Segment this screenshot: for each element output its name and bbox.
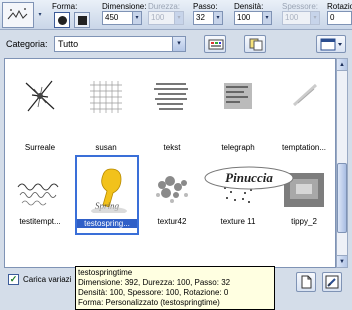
- brush-settings-button[interactable]: [204, 35, 226, 53]
- category-select[interactable]: Tutto ▾: [54, 36, 186, 52]
- rotazione-label: Rotazion: [327, 2, 352, 11]
- color-palette-icon: [208, 39, 224, 50]
- tooltip-title: testospringtime: [78, 268, 133, 277]
- spessore-value: 100: [285, 13, 299, 22]
- load-variations-checkbox[interactable]: ✓: [8, 274, 19, 285]
- passo-dropdown-arrow[interactable]: ▾: [213, 12, 222, 24]
- round-shape-icon: [58, 16, 67, 25]
- passo-input[interactable]: 32 ▾: [193, 11, 223, 25]
- brush-thumbnail-grid: Surreale susan tekst telegraph temptatio…: [4, 58, 336, 268]
- rotazione-input[interactable]: 0: [327, 11, 352, 25]
- document-icon: [301, 275, 312, 289]
- densita-label: Densità:: [234, 2, 264, 11]
- brush-name-texture11: texture 11: [220, 217, 256, 226]
- brush-name-surreale: Surreale: [24, 143, 56, 152]
- telegraph-brush-thumb: [224, 83, 252, 109]
- brush-name-tippy2: tippy_2: [291, 217, 317, 226]
- densita-input[interactable]: 100 ▾: [234, 11, 272, 25]
- durezza-dropdown-arrow[interactable]: ▾: [174, 12, 183, 24]
- dimensione-dropdown-arrow[interactable]: ▾: [132, 12, 141, 24]
- brush-name-telegraph: telegraph: [221, 143, 255, 152]
- scroll-down-button[interactable]: ▼: [337, 255, 347, 267]
- scroll-thumb[interactable]: [337, 163, 347, 233]
- spessore-dropdown-arrow[interactable]: ▾: [310, 12, 319, 24]
- passo-label: Passo:: [193, 2, 218, 11]
- dimensione-input[interactable]: 450 ▾: [102, 11, 142, 25]
- brush-options-toolbar: ▾ Forma: Dimensione: 450 ▾ Durezza: 100 ▾ …: [0, 0, 352, 30]
- square-shape-button[interactable]: [74, 12, 90, 28]
- brush-cell-telegraph[interactable]: telegraph: [205, 59, 271, 152]
- copy-pages-icon: [249, 38, 263, 51]
- brush-cell-susan[interactable]: susan: [73, 59, 139, 152]
- brush-edit-button[interactable]: [322, 272, 342, 292]
- surreal-brush-thumb: [25, 80, 55, 112]
- brush-cell-testospringtime[interactable]: Spring testospring...: [75, 155, 139, 235]
- tooltip-density-line: Densità: 100, Spessore: 100, Rotazione: …: [78, 288, 229, 297]
- durezza-input[interactable]: 100 ▾: [148, 11, 184, 25]
- load-variations-label: Carica variazi: [23, 275, 72, 284]
- densita-value: 100: [237, 13, 251, 22]
- category-dropdown-arrow[interactable]: ▾: [172, 37, 185, 51]
- densita-dropdown-arrow[interactable]: ▾: [262, 12, 271, 24]
- passo-value: 32: [196, 13, 205, 22]
- brush-name-temptation: temptation...: [281, 143, 327, 152]
- category-row: Categoria: Tutto ▾: [0, 30, 352, 58]
- grid-vertical-scrollbar[interactable]: ▲ ▼: [336, 58, 348, 268]
- handwriting-brush-thumb: [17, 183, 59, 206]
- view-options-button[interactable]: [316, 35, 346, 53]
- brush-cell-temptation[interactable]: temptation...: [271, 59, 335, 152]
- texture-brush-thumb: [156, 176, 188, 203]
- tooltip-shape-line: Forma: Personalizzato (testospringtime): [78, 298, 220, 307]
- brush-name-testospringtime: testospring...: [77, 219, 137, 228]
- brush-name-textur42: textur42: [157, 217, 187, 226]
- category-selected-value: Tutto: [58, 39, 79, 49]
- brush-preview-icon: [7, 8, 28, 20]
- brush-name-testitempt: testitempt...: [19, 217, 61, 226]
- brush-cell-tekst[interactable]: tekst: [139, 59, 205, 152]
- brush-name-tekst: tekst: [163, 143, 181, 152]
- pinuccia-watermark: Pinuccia: [204, 166, 294, 190]
- text-brush-thumb: [154, 83, 188, 110]
- brush-cell-testitempt[interactable]: testitempt...: [7, 159, 73, 235]
- temptation-brush-thumb: [292, 83, 318, 107]
- tooltip-dimension-line: Dimensione: 392, Durezza: 100, Passo: 32: [78, 278, 231, 287]
- forma-label: Forma:: [52, 2, 78, 11]
- brush-tooltip: testospringtime Dimensione: 392, Durezza…: [75, 266, 275, 310]
- dimensione-value: 450: [105, 13, 119, 22]
- spessore-label: Spessore:: [282, 2, 319, 11]
- round-shape-button[interactable]: [54, 12, 70, 28]
- edit-brush-icon: [325, 275, 339, 289]
- brush-name-susan: susan: [95, 143, 117, 152]
- rotazione-value: 0: [330, 13, 335, 22]
- durezza-label: Durezza:: [148, 2, 181, 11]
- dimensione-label: Dimensione:: [102, 2, 147, 11]
- category-label: Categoria:: [6, 39, 48, 49]
- grid-brush-thumb: [90, 81, 122, 113]
- square-shape-icon: [78, 16, 87, 25]
- view-list-icon: [320, 38, 342, 51]
- brush-preset-dropdown[interactable]: ▾: [36, 12, 44, 25]
- brush-cell-textur42[interactable]: textur42: [139, 159, 205, 235]
- springtime-brush-thumb: Spring: [91, 168, 127, 213]
- scroll-up-button[interactable]: ▲: [337, 59, 347, 71]
- watermark-text: Pinuccia: [225, 170, 273, 185]
- durezza-value: 100: [151, 13, 165, 22]
- brush-cell-surreale[interactable]: Surreale: [7, 59, 73, 152]
- spessore-input[interactable]: 100 ▾: [282, 11, 320, 25]
- copy-brush-button[interactable]: [244, 35, 266, 53]
- brush-file-button[interactable]: [296, 272, 316, 292]
- current-brush-preview[interactable]: [2, 2, 34, 28]
